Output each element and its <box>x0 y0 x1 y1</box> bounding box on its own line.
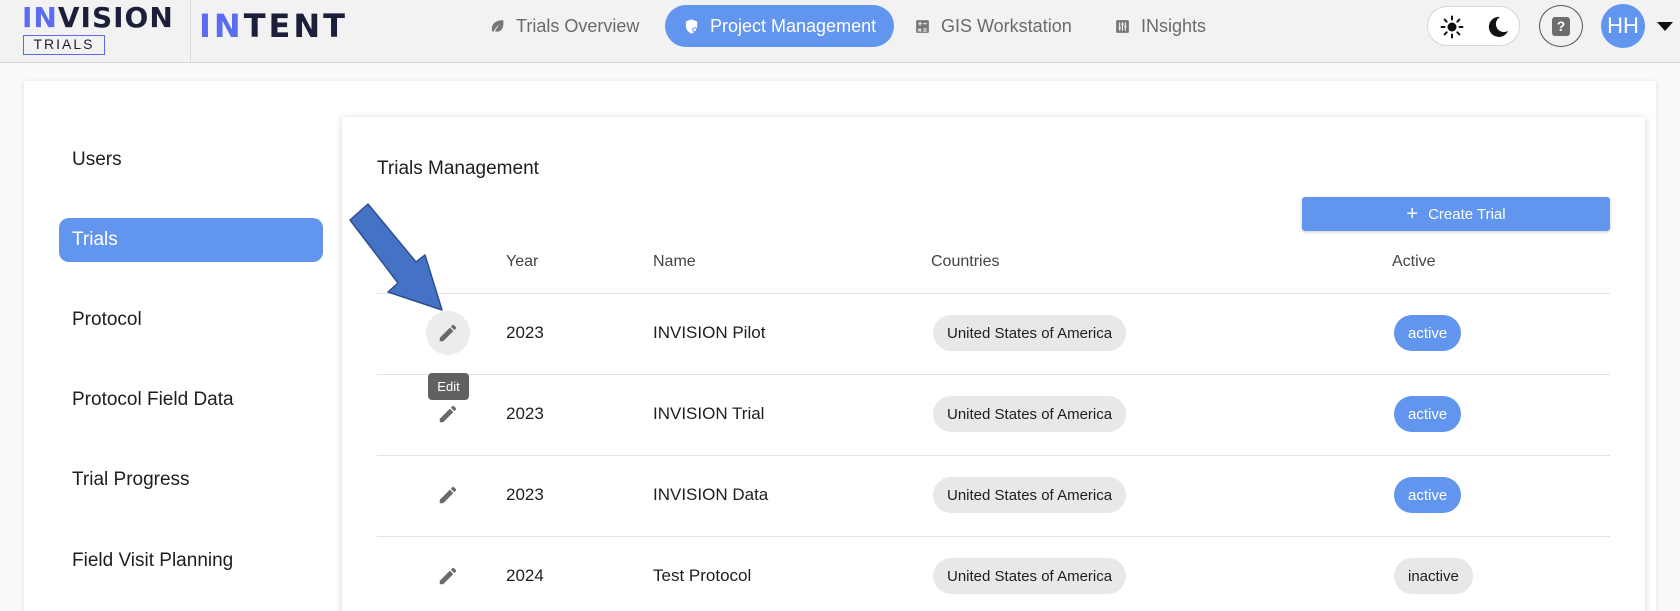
status-badge: active <box>1394 315 1462 351</box>
sidebar-item-protocol-field-data[interactable]: Protocol Field Data <box>59 378 323 422</box>
divider <box>377 536 1610 537</box>
divider <box>377 374 1610 375</box>
pencil-icon <box>439 405 457 423</box>
leaf-icon <box>491 19 504 32</box>
sidebar-item-label: Users <box>72 149 122 170</box>
tab-project-management[interactable]: Project Management <box>665 5 895 47</box>
sidebar-item-trials[interactable]: Trials <box>59 218 323 262</box>
shield-icon <box>685 18 698 34</box>
pencil-icon <box>439 567 457 585</box>
status-badge: active <box>1394 477 1462 513</box>
tab-trials-overview[interactable]: Trials Overview <box>471 5 657 47</box>
tab-gis-workstation[interactable]: GIS Workstation <box>896 5 1090 47</box>
trial-year: 2023 <box>506 404 544 423</box>
plus-icon: + <box>1406 203 1419 225</box>
sidebar-item-label: Trials <box>72 229 118 250</box>
intent-logo[interactable]: INTENT <box>199 7 348 45</box>
sidebar-item-label: Protocol <box>72 309 142 330</box>
country-chip: United States of America <box>933 558 1127 594</box>
edit-button[interactable] <box>426 554 470 598</box>
create-trial-label: Create Trial <box>1428 205 1506 223</box>
sidebar-item-users[interactable]: Users <box>59 138 323 182</box>
chevron-down-icon[interactable] <box>1657 22 1673 31</box>
sun-icon[interactable] <box>1440 15 1464 39</box>
sidebar-item-protocol[interactable]: Protocol <box>59 298 323 342</box>
column-header-year[interactable]: Year <box>506 253 538 271</box>
sliders-icon <box>1116 19 1129 33</box>
sidebar-item-trial-progress[interactable]: Trial Progress <box>59 458 323 502</box>
country-chip: United States of America <box>933 396 1127 432</box>
trial-name: INVISION Trial <box>653 404 765 423</box>
tab-label: GIS Workstation <box>941 15 1072 36</box>
pencil-icon <box>439 324 457 342</box>
theme-toggle[interactable] <box>1427 6 1520 46</box>
invision-trials-logo[interactable]: INVISION TRIALS <box>0 0 191 63</box>
country-chip: United States of America <box>933 477 1127 513</box>
edit-tooltip: Edit <box>428 373 469 400</box>
sidebar-item-label: Protocol Field Data <box>72 389 234 410</box>
help-icon: ? <box>1552 16 1570 36</box>
page-title: Trials Management <box>377 158 539 179</box>
trial-name: INVISION Pilot <box>653 323 766 342</box>
sidebar-item-label: Trial Progress <box>72 469 190 490</box>
column-header-active[interactable]: Active <box>1392 253 1436 271</box>
edit-button[interactable] <box>426 311 470 355</box>
trial-name: INVISION Data <box>653 485 769 504</box>
tab-insights[interactable]: INsights <box>1096 5 1224 47</box>
sidebar-item-label: Field Visit Planning <box>72 550 234 571</box>
annotation-arrow-icon <box>349 203 443 311</box>
tab-label: INsights <box>1141 15 1207 36</box>
divider <box>377 293 1610 294</box>
tab-label: Trials Overview <box>516 15 640 36</box>
trial-name: Test Protocol <box>653 566 752 585</box>
calculator-icon <box>916 19 929 33</box>
status-badge: inactive <box>1394 558 1473 594</box>
edit-button[interactable] <box>426 473 470 517</box>
sidebar-item-field-visit-planning[interactable]: Field Visit Planning <box>59 539 323 583</box>
invision-wordmark: INVISION <box>22 1 174 34</box>
moon-icon[interactable] <box>1486 15 1510 39</box>
divider <box>377 455 1610 456</box>
column-header-name[interactable]: Name <box>653 253 696 271</box>
trials-wordmark: TRIALS <box>23 35 105 55</box>
top-bar: INVISION TRIALS INTENT Trials Overview P… <box>0 0 1680 63</box>
pencil-icon <box>439 486 457 504</box>
trials-management-card: Trials Management + Create Trial Year Na… <box>342 117 1645 611</box>
help-button[interactable]: ? <box>1539 5 1583 47</box>
trial-year: 2023 <box>506 323 544 342</box>
country-chip: United States of America <box>933 315 1127 351</box>
avatar[interactable]: HH <box>1601 4 1645 48</box>
trial-year: 2023 <box>506 485 544 504</box>
tab-label: Project Management <box>710 15 877 36</box>
status-badge: active <box>1394 396 1462 432</box>
column-header-countries[interactable]: Countries <box>931 253 999 271</box>
trial-year: 2024 <box>506 566 544 585</box>
create-trial-button[interactable]: + Create Trial <box>1302 197 1610 231</box>
